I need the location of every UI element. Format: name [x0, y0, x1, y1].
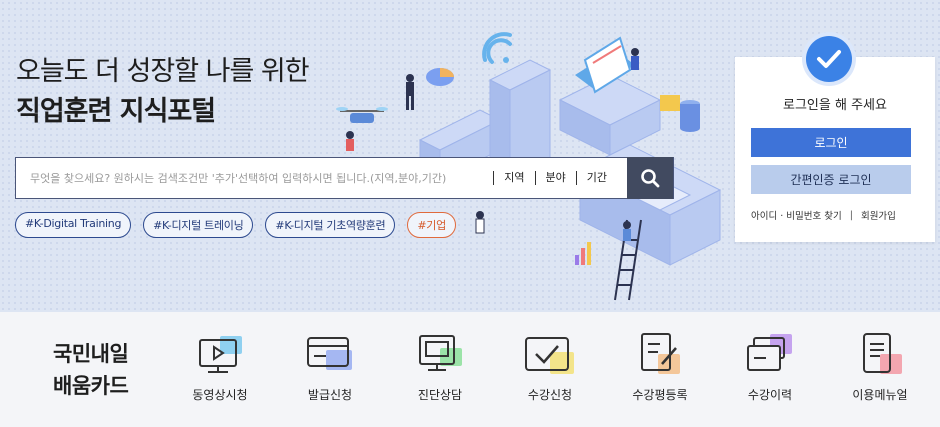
menu-consult[interactable]: 진단상담: [385, 330, 495, 403]
menu-review[interactable]: 수강평등록: [605, 330, 715, 403]
menu-history[interactable]: 수강이력: [715, 330, 825, 403]
easy-login-button[interactable]: 간편인증 로그인: [751, 165, 911, 194]
hero-headline: 오늘도 더 성장할 나를 위한 직업훈련 지식포털: [16, 52, 310, 132]
hashtag-list: #K-Digital Training #K-디지털 트레이닝 #K-디지털 기…: [15, 212, 456, 238]
tag-k-digital-basic[interactable]: #K-디지털 기초역량훈련: [265, 212, 396, 238]
tag-k-digital-training[interactable]: #K-Digital Training: [15, 212, 132, 238]
filter-field[interactable]: 분야: [534, 171, 576, 185]
menu-video[interactable]: 동영상시청: [165, 330, 275, 403]
menu-label: 수강신청: [527, 388, 573, 402]
search-icon: [641, 169, 660, 188]
card-icon: [307, 337, 352, 370]
menu-label: 수강평등록: [632, 388, 688, 402]
menu-enroll[interactable]: 수강신청: [495, 330, 605, 403]
card-title-line1: 국민내일: [53, 342, 129, 366]
document-pen-icon: [641, 333, 680, 374]
filter-period[interactable]: 기간: [575, 171, 617, 185]
login-message: 로그인을 해 주세요: [783, 98, 887, 113]
login-button[interactable]: 로그인: [751, 128, 911, 157]
tag-company[interactable]: #기업: [407, 212, 456, 238]
menu-issue[interactable]: 발급신청: [275, 330, 385, 403]
search-button[interactable]: [627, 157, 673, 199]
tag-k-digital-training-kr[interactable]: #K-디지털 트레이닝: [143, 212, 254, 238]
headline-line2: 직업훈련 지식포털: [16, 96, 216, 127]
check-badge-icon: [806, 36, 852, 82]
search-bar: 지역 분야 기간: [15, 157, 674, 199]
search-input[interactable]: [16, 158, 494, 198]
card-title: 국민내일 배움카드: [53, 338, 129, 402]
menu-label: 진단상담: [417, 388, 463, 402]
find-id-password-link[interactable]: 아이디 · 비밀번호 찾기: [751, 208, 842, 222]
link-separator: |: [849, 209, 853, 221]
manual-book-icon: [863, 333, 902, 374]
card-title-line2: 배움카드: [53, 374, 129, 398]
headline-line1: 오늘도 더 성장할 나를 위한: [16, 56, 310, 87]
menu-label: 발급신청: [307, 388, 353, 402]
login-links: 아이디 · 비밀번호 찾기 | 회원가입: [751, 208, 896, 223]
menu-label: 수강이력: [747, 388, 793, 402]
menu-manual[interactable]: 이용메뉴얼: [825, 330, 935, 403]
menu-label: 동영상시청: [192, 388, 248, 402]
signup-link[interactable]: 회원가입: [861, 208, 896, 222]
video-monitor-icon: [199, 336, 242, 373]
cards-history-icon: [747, 334, 792, 371]
checkbox-icon: [525, 337, 574, 374]
menu-label: 이용메뉴얼: [852, 388, 908, 402]
chat-monitor-icon: [419, 335, 462, 371]
card-menu: 동영상시청 발급신청 진단상담 수강신청 수강평등록 수강이력 이용메뉴얼: [165, 330, 935, 403]
filter-region[interactable]: 지역: [493, 171, 534, 185]
